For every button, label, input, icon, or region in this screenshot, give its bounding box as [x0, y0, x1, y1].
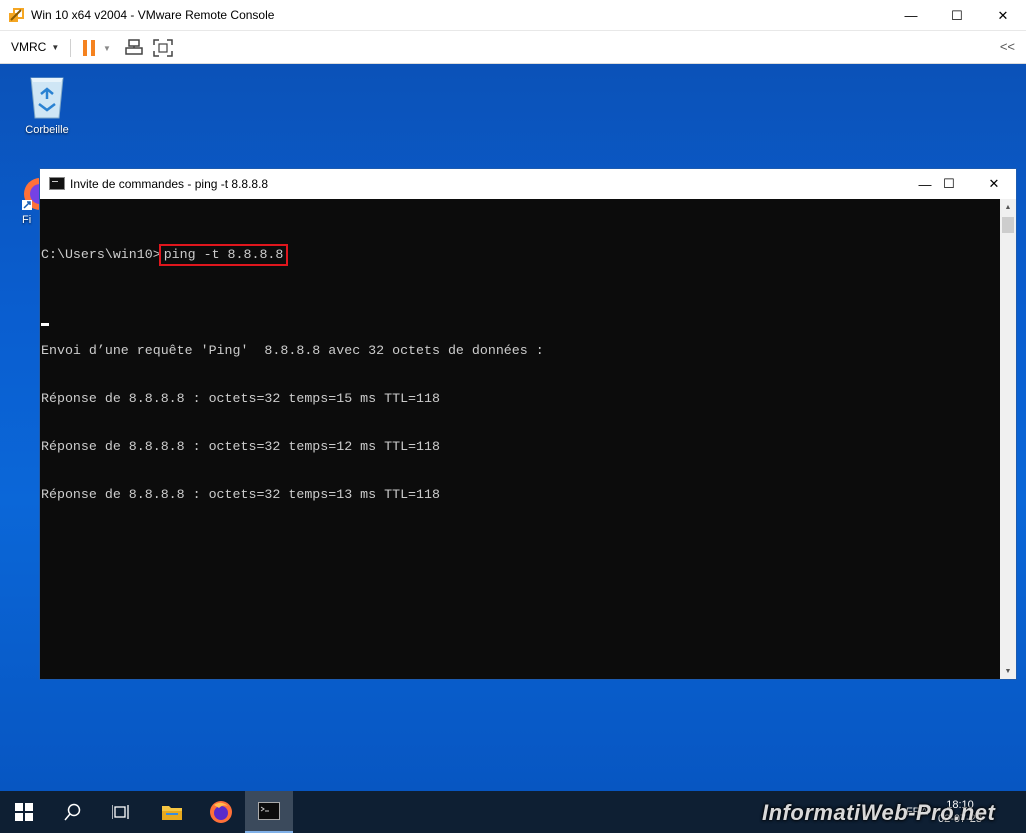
vmrc-close-button[interactable]: ✕	[980, 0, 1026, 31]
cmd-close-button[interactable]: ✕	[971, 169, 1017, 199]
terminal-text: C:\Users\win10> ping -t 8.8.8.8 Envoi d’u…	[41, 215, 544, 535]
desktop: Corbeille Fi Invite de commandes - ping …	[0, 64, 1026, 791]
close-icon: ✕	[997, 7, 1009, 23]
chevron-down-icon: ▼	[51, 42, 60, 52]
terminal-cursor	[41, 323, 49, 326]
toolbar-divider	[70, 39, 71, 57]
vmrc-logo-icon	[9, 8, 24, 22]
task-view-icon	[112, 805, 129, 819]
output-line: Réponse de 8.8.8.8 : octets=32 temps=13 …	[41, 487, 440, 502]
fullscreen-icon	[153, 39, 173, 57]
scroll-up-icon[interactable]: ▲	[1000, 199, 1016, 215]
cmd-window-title: Invite de commandes - ping -t 8.8.8.8	[70, 177, 269, 191]
vertical-scrollbar[interactable]: ▲ ▼	[1000, 199, 1016, 679]
pause-dropdown-button[interactable]: ▼	[100, 37, 114, 59]
maximize-icon: ☐	[951, 7, 963, 23]
prompt-path: C:\Users\win10>	[41, 247, 161, 262]
start-button[interactable]	[0, 791, 48, 833]
search-icon	[64, 803, 81, 821]
cmd-maximize-button[interactable]: ☐	[926, 169, 972, 199]
recycle-bin-icon	[30, 77, 64, 119]
network-devices-icon	[125, 39, 143, 55]
maximize-icon: ☐	[943, 176, 955, 191]
vmrc-titlebar: Win 10 x64 v2004 - VMware Remote Console…	[0, 0, 1026, 31]
file-explorer-button[interactable]	[148, 791, 196, 833]
output-line: Réponse de 8.8.8.8 : octets=32 temps=15 …	[41, 391, 440, 406]
desktop-icon-label: Corbeille	[25, 124, 69, 136]
fullscreen-button[interactable]	[152, 37, 174, 59]
output-line: Envoi d’une requête 'Ping' 8.8.8.8 avec …	[41, 343, 544, 358]
taskbar-search-button[interactable]	[49, 791, 97, 833]
vmrc-minimize-button[interactable]: —	[888, 0, 934, 31]
highlighted-command: ping -t 8.8.8.8	[158, 244, 289, 266]
watermark: InformatiWeb-Pro.net	[762, 800, 996, 825]
firefox-icon	[210, 801, 232, 823]
cmd-titlebar[interactable]: Invite de commandes - ping -t 8.8.8.8 — …	[40, 169, 1016, 199]
vmrc-menu-button[interactable]: VMRC ▼	[11, 40, 59, 54]
chevron-down-icon: ▼	[103, 43, 111, 53]
terminal-output[interactable]: C:\Users\win10> ping -t 8.8.8.8 Envoi d’u…	[40, 199, 1000, 679]
cmd-icon	[49, 177, 65, 190]
pause-button[interactable]	[80, 37, 98, 59]
vmrc-toolbar: VMRC ▼ ▼ <<	[0, 31, 1026, 64]
folder-icon	[162, 806, 182, 820]
pause-icon	[83, 40, 95, 56]
vmrc-menu-label: VMRC	[11, 40, 47, 54]
desktop-icon-label: Fi	[22, 214, 32, 226]
desktop-icon-recycle-bin[interactable]: Corbeille	[18, 72, 76, 136]
cmd-taskbar-button[interactable]	[245, 791, 293, 833]
vmrc-maximize-button[interactable]: ☐	[934, 0, 980, 31]
vmrc-window-title: Win 10 x64 v2004 - VMware Remote Console	[31, 8, 275, 22]
windows-start-icon	[15, 803, 33, 821]
task-view-button[interactable]	[97, 791, 145, 833]
prompt-line: C:\Users\win10> ping -t 8.8.8.8	[41, 244, 544, 266]
scroll-down-icon[interactable]: ▼	[1000, 663, 1016, 679]
cmd-icon	[258, 802, 280, 820]
minimize-icon: —	[904, 8, 918, 23]
command-prompt-window[interactable]: Invite de commandes - ping -t 8.8.8.8 — …	[39, 168, 1017, 680]
close-icon: ✕	[988, 176, 1000, 191]
output-line: Réponse de 8.8.8.8 : octets=32 temps=12 …	[41, 439, 440, 454]
collapse-panel-button[interactable]: <<	[1000, 39, 1015, 54]
scroll-thumb[interactable]	[1002, 217, 1014, 233]
send-ctrl-alt-del-button[interactable]	[123, 37, 145, 59]
firefox-taskbar-button[interactable]	[197, 791, 245, 833]
